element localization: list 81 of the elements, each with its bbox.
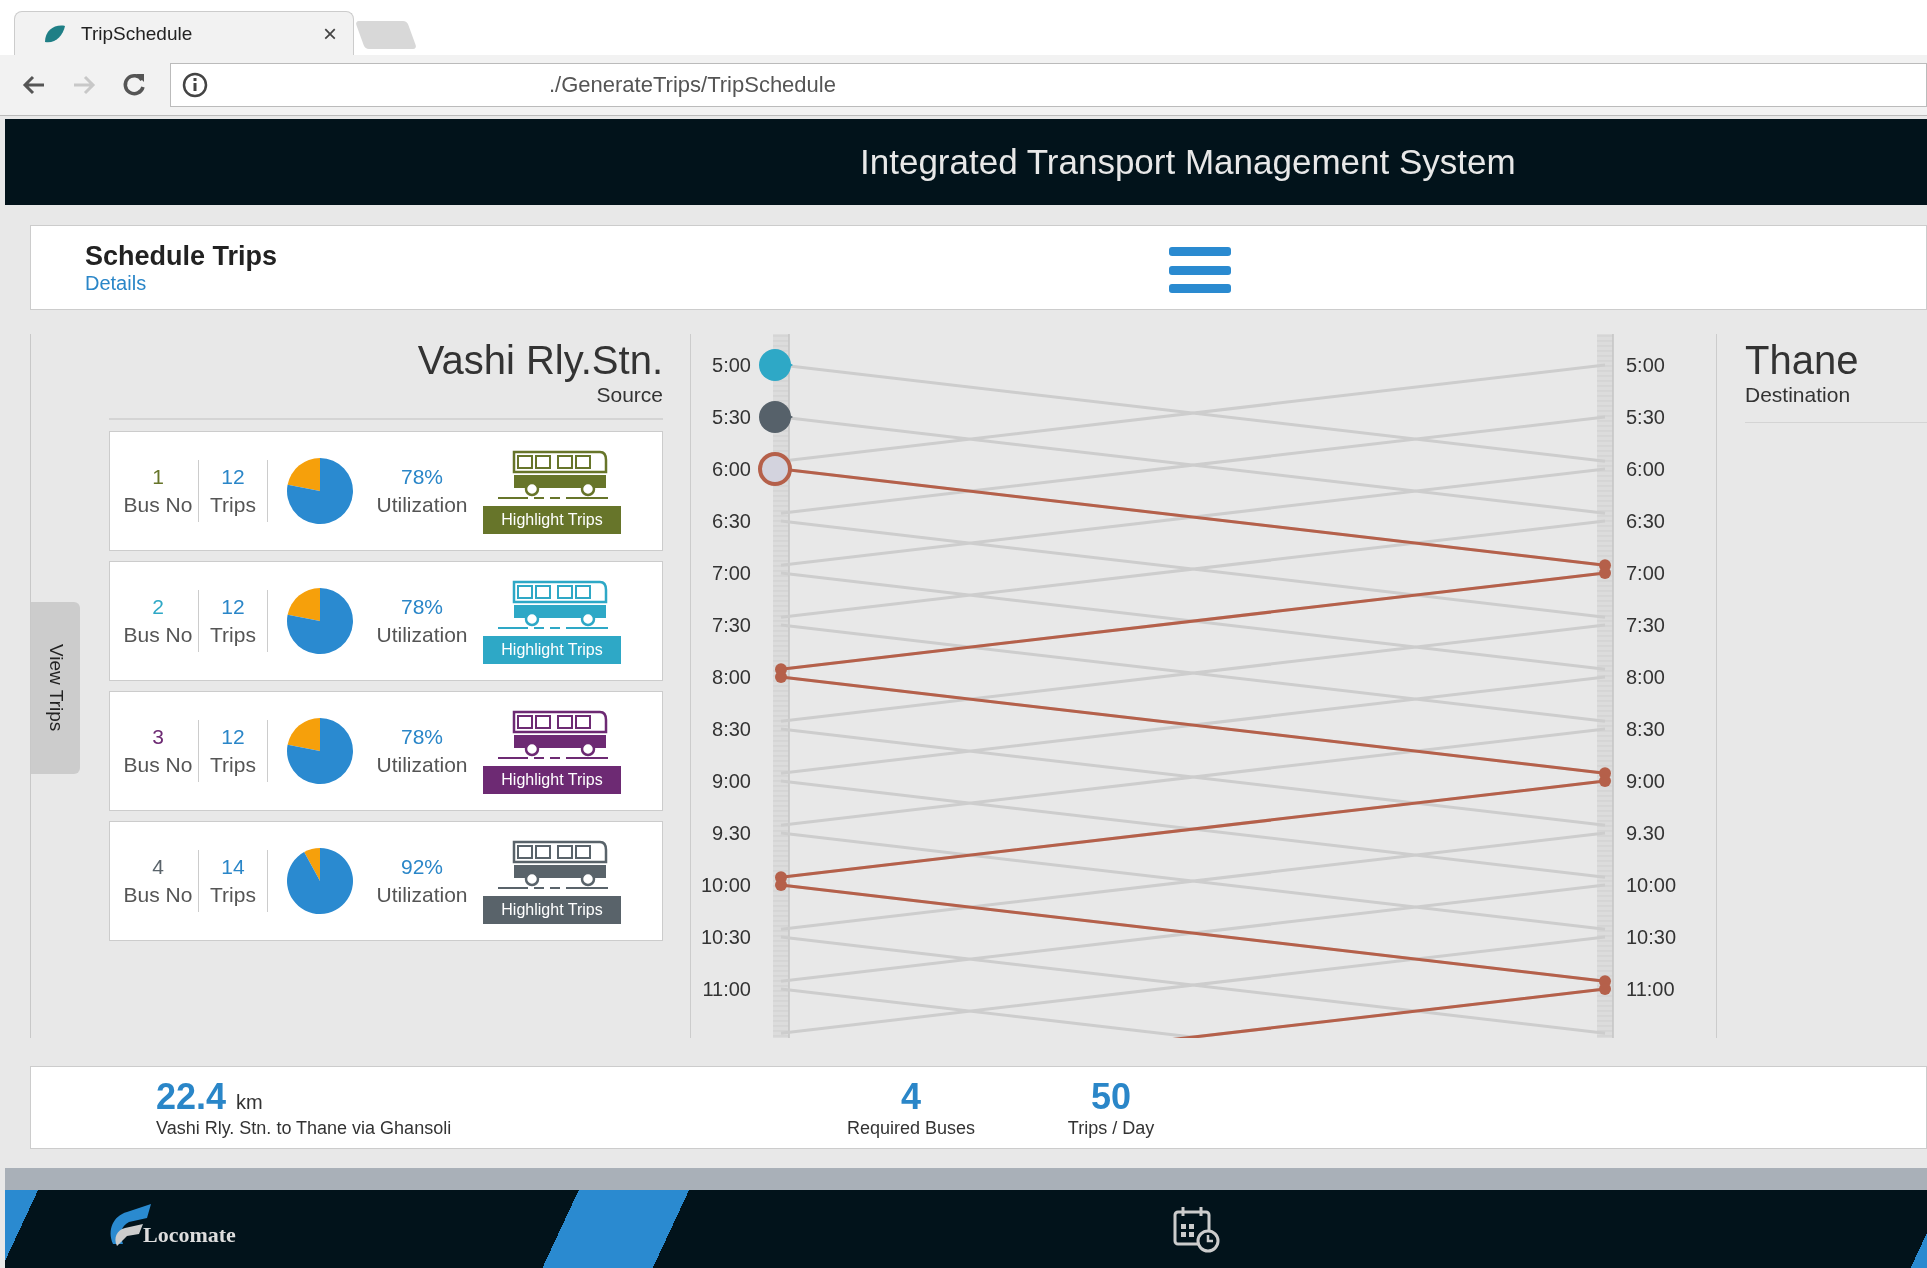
time-label: 11:00 (1626, 978, 1675, 1000)
trip-count: 12 (221, 464, 245, 490)
stat-label: Required Buses (846, 1118, 976, 1139)
source-station-name: Vashi Rly.Stn. (417, 338, 663, 383)
close-tab-button[interactable]: × (323, 19, 337, 48)
time-label: 5:00 (712, 354, 751, 376)
time-label: 8:30 (1626, 718, 1665, 740)
brand-name: Locomate (143, 1222, 236, 1248)
stat-label: Trips / Day (1067, 1118, 1155, 1139)
distance-value: 22.4 (156, 1076, 227, 1118)
time-label: 8:00 (1626, 666, 1665, 688)
trips-label: Trips (210, 492, 256, 518)
trip-count: 12 (221, 724, 245, 750)
bus-number-label: Bus No (123, 882, 193, 908)
bus-number-label: Bus No (123, 492, 193, 518)
utilization-label: Utilization (376, 752, 468, 778)
time-label: 5:30 (1626, 406, 1665, 428)
utilization-value: 78% (401, 594, 443, 620)
trips-label: Trips (210, 752, 256, 778)
bus-number: 4 (152, 854, 164, 880)
time-label: 9.30 (1626, 822, 1665, 844)
highlight-trips-button[interactable]: Highlight Trips (483, 766, 621, 794)
view-trips-tab[interactable]: View Trips (31, 602, 80, 774)
utilization-label: Utilization (376, 622, 468, 648)
highlight-trips-button[interactable]: Highlight Trips (483, 506, 621, 534)
time-label: 7:30 (712, 614, 751, 636)
utilization-value: 92% (401, 854, 443, 880)
bus-number: 1 (152, 464, 164, 490)
time-label: 6:30 (712, 510, 751, 532)
time-label: 7:00 (1626, 562, 1665, 584)
utilization-label: Utilization (376, 492, 468, 518)
app-title: Integrated Transport Management System (860, 142, 1516, 182)
utilization-value: 78% (401, 464, 443, 490)
distance-unit: km (236, 1091, 263, 1114)
time-label: 5:30 (712, 406, 751, 428)
utilization-pie (285, 846, 355, 916)
time-label: 5:00 (1626, 354, 1665, 376)
utilization-pie (285, 716, 355, 786)
bus-number: 3 (152, 724, 164, 750)
time-label: 10:00 (700, 874, 751, 896)
utilization-pie (285, 456, 355, 526)
calendar-clock-icon[interactable] (1171, 1204, 1221, 1254)
source-label: Source (596, 383, 663, 407)
browser-tab[interactable]: TripSchedule × (14, 11, 354, 55)
time-label: 8:30 (712, 718, 751, 740)
time-label: 6:00 (712, 458, 751, 480)
highlight-trips-button[interactable]: Highlight Trips (483, 896, 621, 924)
stat-value: 4 (901, 1076, 921, 1118)
time-label: 9:00 (712, 770, 751, 792)
url-text: ./GenerateTrips/TripSchedule (549, 72, 836, 98)
menu-icon[interactable] (1169, 247, 1231, 293)
destination-station-name: Thane (1745, 338, 1860, 383)
time-label: 9:00 (1626, 770, 1665, 792)
trips-label: Trips (210, 882, 256, 908)
bus-number-label: Bus No (123, 752, 193, 778)
time-label: 10:00 (1626, 874, 1677, 896)
stat-value: 50 (1090, 1076, 1131, 1118)
page-title: Schedule Trips (85, 240, 278, 272)
time-label: 6:30 (1626, 510, 1665, 532)
bus-number-label: Bus No (123, 622, 193, 648)
utilization-label: Utilization (376, 882, 468, 908)
time-label: 7:00 (712, 562, 751, 584)
time-label: 7:30 (1626, 614, 1665, 636)
details-link[interactable]: Details (85, 271, 278, 295)
utilization-pie (285, 586, 355, 656)
time-label: 8:00 (712, 666, 751, 688)
time-label: 11:00 (702, 978, 751, 1000)
time-label: 9.30 (712, 822, 751, 844)
time-label: 10:30 (1626, 926, 1677, 948)
trip-count: 14 (221, 854, 245, 880)
tab-title: TripSchedule (81, 22, 194, 45)
address-field[interactable]: ./GenerateTrips/TripSchedule (170, 63, 1927, 107)
destination-label: Destination (1745, 383, 1852, 407)
trips-label: Trips (210, 622, 256, 648)
route-description: Vashi Rly. Stn. to Thane via Ghansoli (156, 1118, 453, 1139)
info-icon (181, 71, 209, 99)
utilization-value: 78% (401, 724, 443, 750)
bus-number: 2 (152, 594, 164, 620)
trip-count: 12 (221, 594, 245, 620)
time-label: 10:30 (700, 926, 751, 948)
time-label: 6:00 (1626, 458, 1665, 480)
